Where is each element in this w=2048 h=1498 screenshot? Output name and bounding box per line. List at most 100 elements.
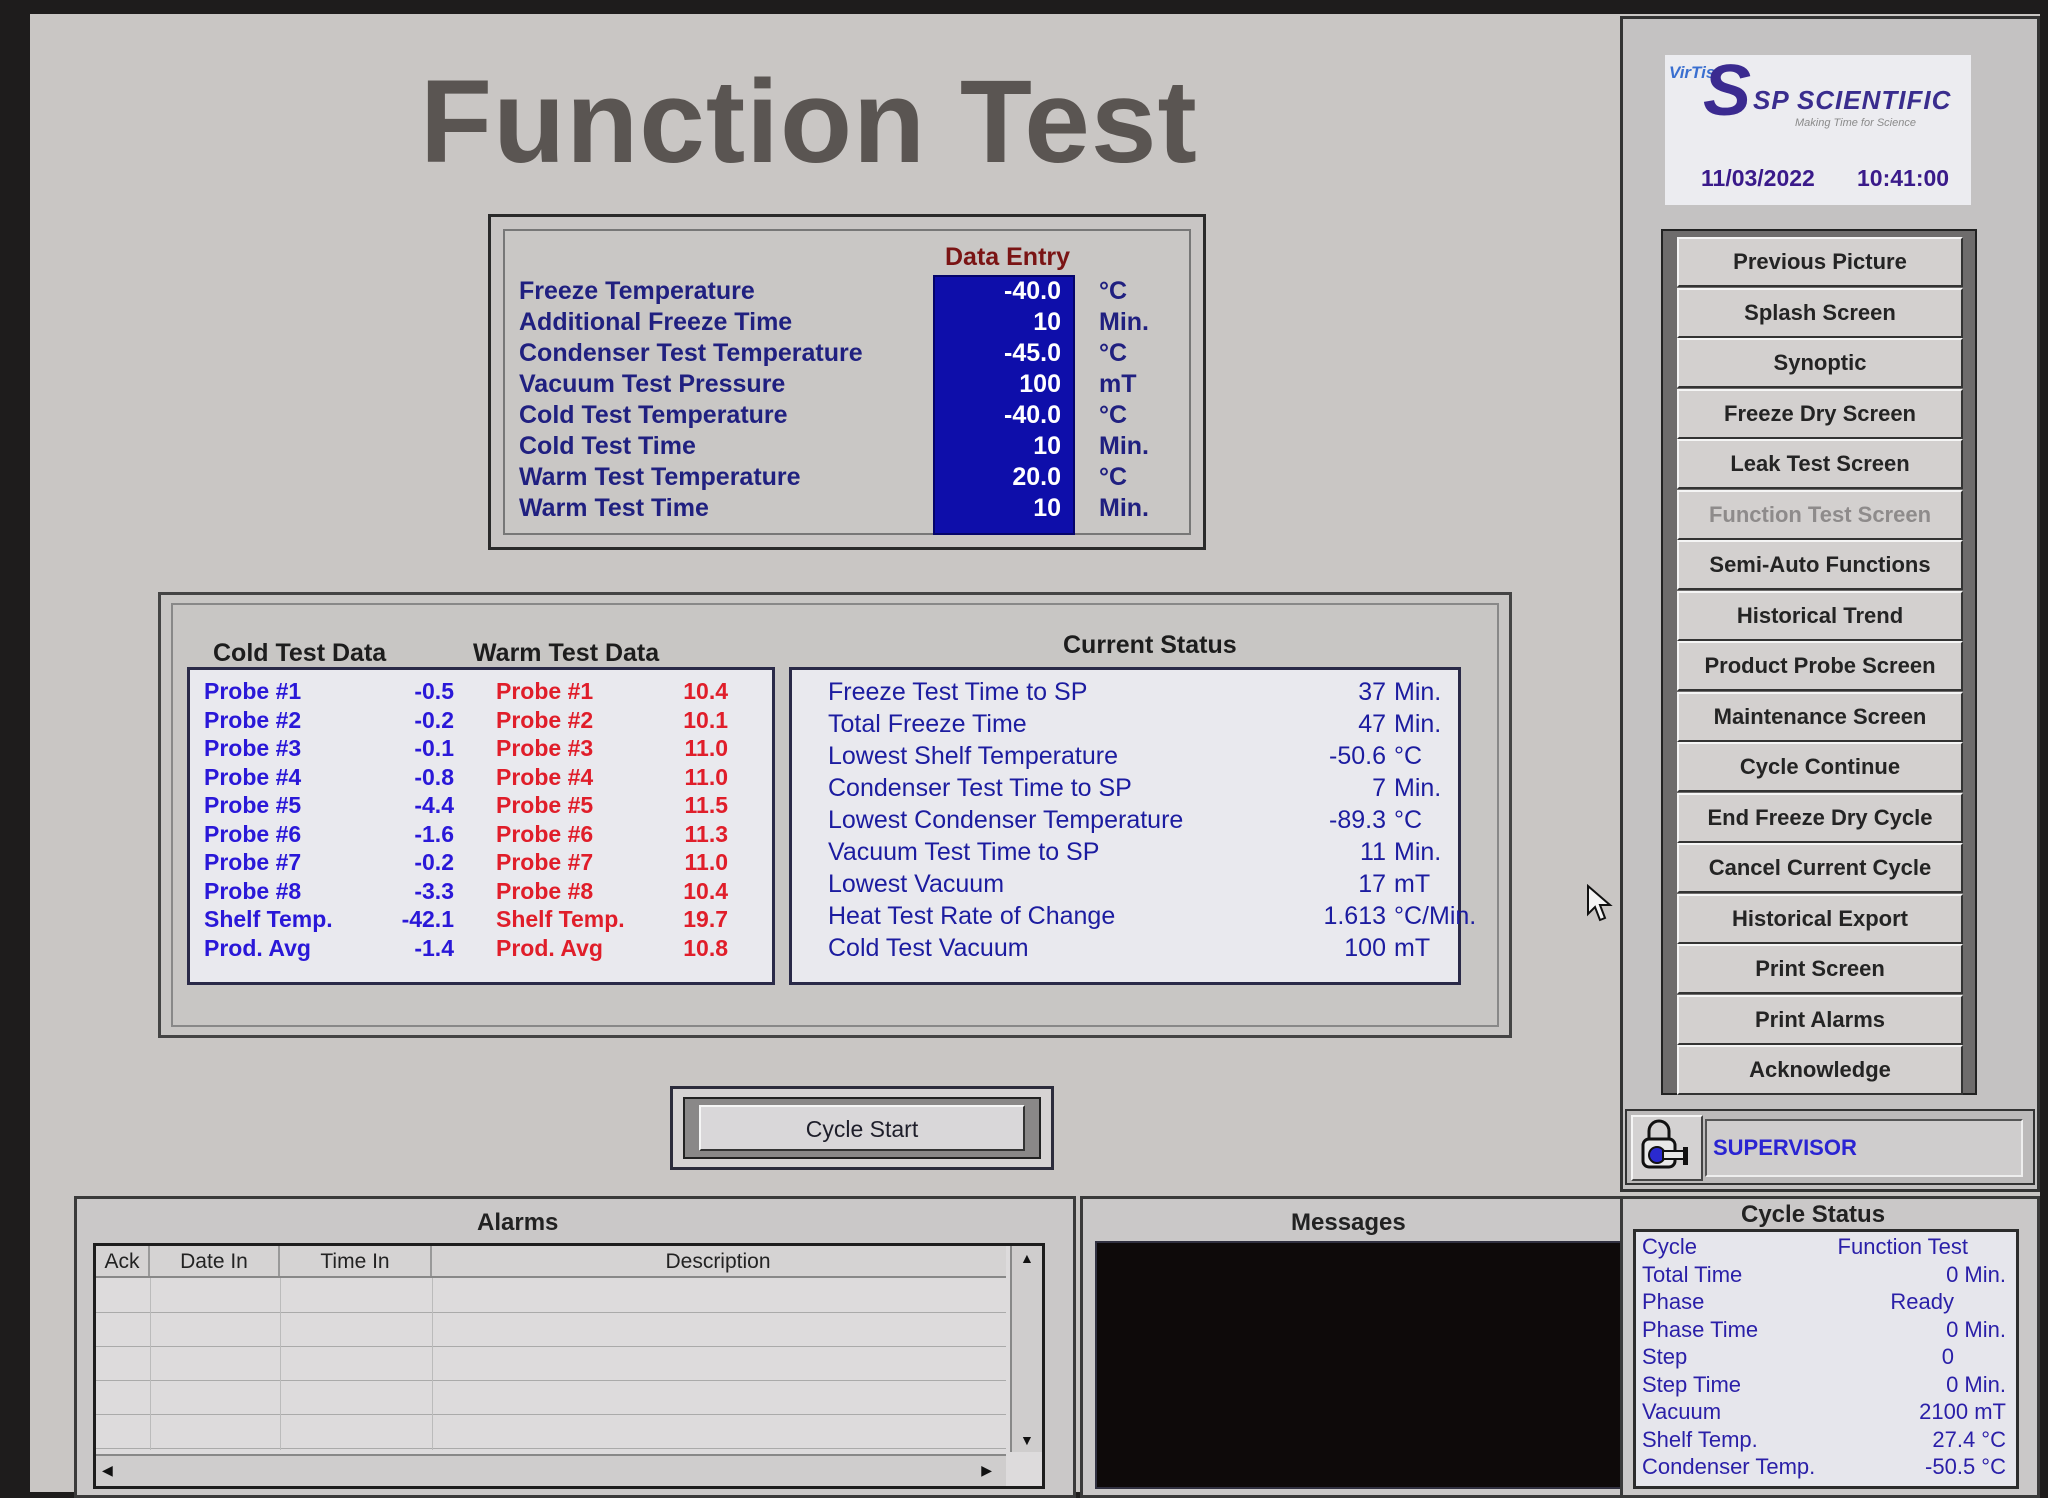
nav-button-function-test-screen[interactable]: Function Test Screen — [1677, 489, 1963, 540]
column-header-time-in[interactable]: Time In — [280, 1246, 432, 1276]
status-value: -50.6 — [1329, 742, 1386, 770]
warm-probe-row: Probe #4 11.0 — [496, 764, 728, 793]
cold-probe-row: Probe #8 -3.3 — [204, 878, 454, 907]
data-entry-input[interactable]: 10 — [949, 432, 1061, 461]
nav-button-synoptic[interactable]: Synoptic — [1677, 338, 1963, 388]
status-label: Freeze Test Time to SP — [828, 678, 1088, 706]
cold-probe-value: -1.6 — [414, 820, 454, 847]
cycle-status-row: Shelf Temp. 27.4 °C — [1642, 1427, 2006, 1454]
nav-button-maintenance-screen[interactable]: Maintenance Screen — [1677, 691, 1963, 742]
nav-button-cancel-current-cycle[interactable]: Cancel Current Cycle — [1677, 843, 1963, 893]
warm-probe-label: Probe #6 — [496, 820, 594, 847]
user-name-box: SUPERVISOR — [1705, 1119, 2023, 1177]
status-label: Vacuum Test Time to SP — [828, 838, 1100, 866]
nav-button-historical-export[interactable]: Historical Export — [1677, 893, 1963, 944]
cold-probe-value: -0.2 — [414, 706, 454, 733]
cold-probe-row: Probe #6 -1.6 — [204, 821, 454, 850]
alarms-panel: Alarms Ack Date In Time In Description ▲… — [74, 1196, 1076, 1498]
alarm-row-divider — [96, 1346, 1006, 1347]
cold-probe-row: Probe #5 -4.4 — [204, 792, 454, 821]
cycle-start-button[interactable]: Cycle Start — [699, 1105, 1025, 1151]
nav-button-acknowledge[interactable]: Acknowledge — [1677, 1045, 1963, 1095]
nav-button-end-freeze-dry-cycle[interactable]: End Freeze Dry Cycle — [1677, 792, 1963, 843]
nav-button-cycle-continue[interactable]: Cycle Continue — [1677, 742, 1963, 792]
status-unit: mT — [1394, 870, 1431, 898]
cold-probe-label: Probe #2 — [204, 706, 302, 733]
brand-logo-box: VirTis S SP SCIENTIFIC Making Time for S… — [1665, 55, 1971, 205]
current-status-box: Freeze Test Time to SP 37 Min. Total Freeze… — [789, 667, 1476, 985]
cycle-status-value: 0 — [1941, 1344, 1954, 1369]
data-entry-unit: °C — [1099, 401, 1128, 429]
cold-probe-value: -4.4 — [414, 792, 454, 818]
current-status-row: Lowest Condenser Temperature -89.3 °C — [828, 806, 1468, 838]
nav-button-print-screen[interactable]: Print Screen — [1677, 944, 1963, 994]
data-entry-label: Cold Test Temperature — [519, 401, 788, 429]
column-header-date-in[interactable]: Date In — [150, 1246, 280, 1276]
messages-title: Messages — [1291, 1209, 1406, 1236]
data-entry-input[interactable]: -45.0 — [949, 339, 1061, 368]
scroll-left-arrow-icon[interactable]: ◀ — [102, 1462, 113, 1479]
cycle-status-value: 2100 mT — [1919, 1399, 2006, 1424]
data-entry-input[interactable]: 20.0 — [949, 463, 1061, 492]
alarms-vertical-scrollbar[interactable]: ▲ ▼ — [1010, 1246, 1042, 1452]
scroll-down-arrow-icon[interactable]: ▼ — [1020, 1432, 1034, 1448]
nav-button-previous-picture[interactable]: Previous Picture — [1677, 237, 1963, 287]
status-unit: Min. — [1394, 678, 1442, 706]
data-entry-unit: Min. — [1099, 432, 1149, 460]
status-unit: °C — [1394, 806, 1423, 834]
scroll-up-arrow-icon[interactable]: ▲ — [1020, 1250, 1034, 1266]
warm-probe-label: Probe #8 — [496, 877, 594, 904]
nav-button-leak-test-screen[interactable]: Leak Test Screen — [1677, 439, 1963, 489]
test-data-inner: Cold Test Data Warm Test Data Current St… — [171, 603, 1499, 1027]
cold-probe-value: -1.4 — [414, 934, 454, 961]
column-header-description[interactable]: Description — [432, 1246, 1004, 1276]
cold-probe-row: Probe #3 -0.1 — [204, 735, 454, 764]
warm-probe-value: 10.4 — [683, 678, 728, 704]
alarms-horizontal-scrollbar[interactable]: ◀ ▶ — [96, 1454, 1006, 1486]
current-status-row: Condenser Test Time to SP 7 Min. — [828, 774, 1468, 806]
nav-button-freeze-dry-screen[interactable]: Freeze Dry Screen — [1677, 388, 1963, 439]
data-entry-input[interactable]: -40.0 — [949, 277, 1061, 306]
cold-probe-value: -42.1 — [401, 906, 454, 932]
warm-probe-row: Probe #5 11.5 — [496, 792, 728, 821]
nav-button-historical-trend[interactable]: Historical Trend — [1677, 590, 1963, 641]
page-title: Function Test — [420, 56, 1198, 188]
cold-probe-row: Probe #7 -0.2 — [204, 849, 454, 878]
warm-probe-row: Probe #3 11.0 — [496, 735, 728, 764]
data-entry-inner: Data Entry Freeze Temperature -40.0 °C Addi… — [503, 229, 1191, 535]
test-data-frame: Cold Test Data Warm Test Data Current St… — [158, 592, 1512, 1038]
alarm-row-divider — [96, 1414, 1006, 1415]
data-entry-input[interactable]: 10 — [949, 494, 1061, 523]
cycle-status-row: Total Time 0 Min. — [1642, 1262, 2006, 1289]
nav-button-splash-screen[interactable]: Splash Screen — [1677, 287, 1963, 338]
cycle-status-label: Phase Time — [1642, 1316, 1759, 1342]
nav-button-print-alarms[interactable]: Print Alarms — [1677, 994, 1963, 1045]
warm-probe-row: Prod. Avg 10.8 — [496, 935, 728, 964]
current-status-row: Total Freeze Time 47 Min. — [828, 710, 1468, 742]
status-label: Condenser Test Time to SP — [828, 774, 1132, 802]
scroll-right-arrow-icon[interactable]: ▶ — [981, 1462, 992, 1479]
data-entry-label: Warm Test Temperature — [519, 463, 801, 491]
data-entry-row: Freeze Temperature -40.0 °C — [519, 277, 1179, 308]
alarm-row-divider — [96, 1380, 1006, 1381]
nav-button-semi-auto-functions[interactable]: Semi-Auto Functions — [1677, 540, 1963, 590]
current-status-row: Lowest Vacuum 17 mT — [828, 870, 1468, 902]
status-value: 100 — [1344, 934, 1386, 962]
cycle-start-frame: Cycle Start — [670, 1086, 1054, 1170]
cold-probe-label: Probe #6 — [204, 820, 302, 847]
probe-data-box: Probe #1 -0.5 Probe #2 -0.2 Probe #3 -0.1 Prob… — [187, 667, 775, 985]
data-entry-input[interactable]: -40.0 — [949, 401, 1061, 430]
login-button[interactable] — [1631, 1115, 1703, 1181]
warm-probe-row: Shelf Temp. 19.7 — [496, 906, 728, 935]
logo-brand-name: SP SCIENTIFIC — [1753, 85, 1952, 115]
alarms-table[interactable]: Ack Date In Time In Description ▲ ▼ ◀ ▶ — [93, 1243, 1045, 1489]
nav-button-product-probe-screen[interactable]: Product Probe Screen — [1677, 641, 1963, 691]
cold-probe-label: Probe #5 — [204, 792, 302, 818]
data-entry-input[interactable]: 100 — [949, 370, 1061, 399]
alarms-table-header: Ack Date In Time In Description — [96, 1246, 1006, 1278]
column-header-ack[interactable]: Ack — [96, 1246, 150, 1276]
cycle-status-label: Total Time — [1642, 1261, 1743, 1287]
cycle-status-row: Step Time 0 Min. — [1642, 1372, 2006, 1399]
data-entry-input[interactable]: 10 — [949, 308, 1061, 337]
cycle-status-row: Vacuum 2100 mT — [1642, 1399, 2006, 1426]
